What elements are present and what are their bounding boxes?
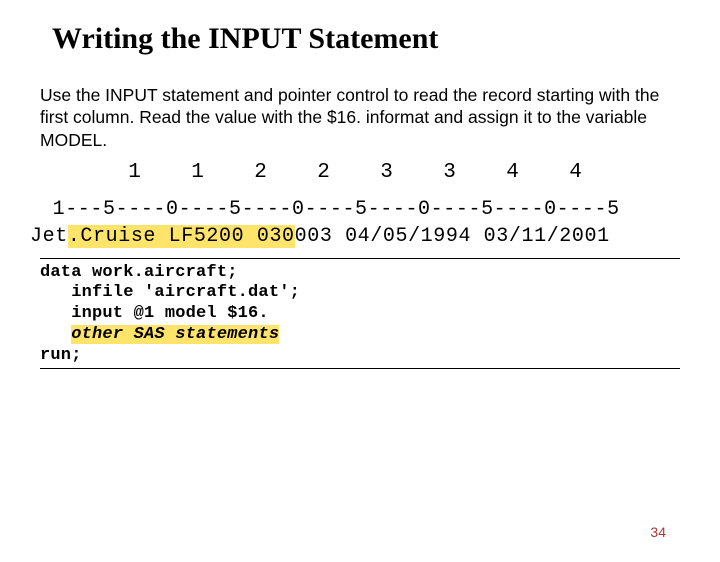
sample-data-row: Jet.Cruise LF5200 030003 04/05/1994 03/1…	[30, 225, 720, 248]
page-number: 34	[650, 524, 666, 540]
highlighted-model-field: .Cruise LF5200 030	[68, 225, 295, 248]
code-line-1: data work.aircraft;	[40, 263, 238, 282]
data-remainder: 003 04/05/1994 03/11/2001	[295, 225, 610, 248]
divider-line	[40, 368, 680, 369]
data-prefix: Jet	[30, 225, 68, 248]
slide-title: Writing the INPUT Statement	[52, 22, 720, 56]
column-ruler-tens: 1 1 2 2 3 3 4 4	[40, 161, 720, 184]
code-line-5: run;	[40, 346, 82, 365]
column-ruler-units: 1---5----0----5----0----5----0----5----0…	[40, 198, 720, 222]
sas-code-block: data work.aircraft; infile 'aircraft.dat…	[40, 258, 680, 367]
code-line-4-placeholder: other SAS statements	[71, 325, 279, 344]
code-line-4-indent	[40, 325, 71, 344]
body-paragraph: Use the INPUT statement and pointer cont…	[40, 84, 680, 151]
code-line-3: input @1 model $16.	[40, 304, 269, 323]
code-line-2: infile 'aircraft.dat';	[40, 283, 300, 302]
